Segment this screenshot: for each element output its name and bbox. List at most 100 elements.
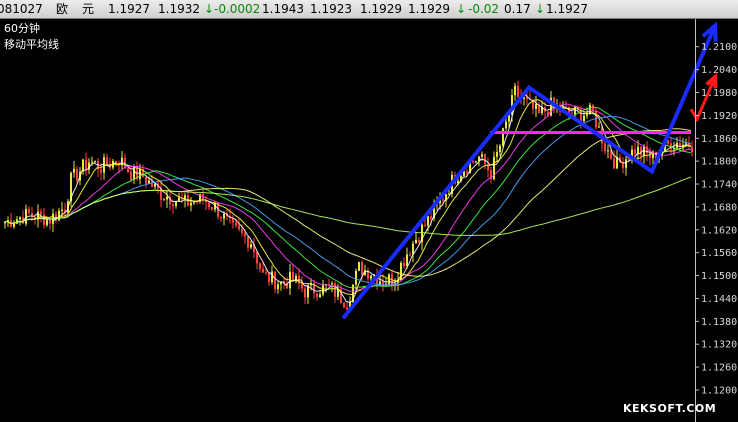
candle-body bbox=[319, 294, 321, 298]
candle-body bbox=[685, 143, 687, 145]
candle-body bbox=[613, 158, 615, 169]
candle-body bbox=[301, 283, 303, 289]
y-tick-label: 1.1920 bbox=[701, 111, 737, 122]
candle-body bbox=[25, 208, 27, 224]
chart-title: 60分钟 bbox=[4, 21, 40, 35]
candle-body bbox=[634, 149, 636, 155]
candle-body bbox=[355, 270, 357, 285]
candle-body bbox=[358, 262, 360, 271]
candle-body bbox=[223, 213, 225, 219]
candle-body bbox=[13, 223, 15, 227]
candle-body bbox=[76, 168, 78, 181]
candle-body bbox=[250, 244, 252, 248]
down-arrow-icon: ↓ bbox=[204, 2, 215, 16]
y-tick-label: 1.1380 bbox=[701, 317, 737, 328]
candle-body bbox=[100, 169, 102, 173]
y-tick-label: 1.1620 bbox=[701, 225, 737, 236]
candle-body bbox=[85, 159, 87, 170]
candle-body bbox=[505, 121, 507, 129]
y-tick-label: 1.1260 bbox=[701, 363, 737, 374]
candle-body bbox=[133, 166, 135, 180]
candle-body bbox=[262, 268, 264, 273]
candle-body bbox=[238, 225, 240, 230]
candle-body bbox=[268, 272, 270, 283]
y-tick-label: 1.1800 bbox=[701, 157, 737, 168]
candle-body bbox=[406, 254, 408, 266]
candle-body bbox=[418, 239, 420, 243]
candle-body bbox=[514, 85, 516, 96]
candle-body bbox=[46, 218, 48, 226]
candle-body bbox=[244, 233, 246, 237]
candle-body bbox=[91, 161, 93, 163]
down-arrow-icon: ↓ bbox=[456, 2, 467, 16]
symbol-name-part2: 元 bbox=[82, 2, 95, 16]
volume-value: 0.17 bbox=[504, 2, 531, 16]
candle-body bbox=[241, 229, 243, 234]
chart-subtitle: 移动平均线 bbox=[4, 37, 59, 51]
candle-body bbox=[499, 145, 501, 153]
candle-body bbox=[379, 281, 381, 285]
candle-body bbox=[235, 222, 237, 226]
quote-bar: 081027 欧 元 1.1927 1.1932 ↓ -0.0002 1.194… bbox=[0, 0, 738, 19]
candle-body bbox=[502, 128, 504, 146]
candle-body bbox=[343, 302, 345, 308]
y-tick-label: 1.1320 bbox=[701, 340, 737, 351]
candle-body bbox=[427, 216, 429, 226]
candle-body bbox=[211, 207, 213, 210]
candle-body bbox=[172, 204, 174, 207]
candle-body bbox=[178, 197, 180, 202]
candle-body bbox=[409, 254, 411, 256]
candle-body bbox=[73, 168, 75, 173]
candle-body bbox=[259, 263, 261, 269]
candle-body bbox=[163, 199, 165, 201]
candle-body bbox=[28, 208, 30, 214]
candle-body bbox=[322, 284, 324, 295]
candle-body bbox=[403, 262, 405, 266]
candle-body bbox=[265, 272, 267, 274]
candle-body bbox=[208, 202, 210, 208]
open-price: 1.1943 bbox=[262, 2, 304, 16]
candle-body bbox=[334, 283, 336, 297]
y-tick-label: 1.2100 bbox=[701, 42, 737, 53]
candle-body bbox=[607, 150, 609, 152]
ask-price: 1.1932 bbox=[158, 2, 200, 16]
candle-body bbox=[220, 217, 222, 219]
candle-body bbox=[331, 283, 333, 285]
candle-body bbox=[625, 159, 627, 168]
candle-body bbox=[496, 152, 498, 157]
candle-body bbox=[586, 114, 588, 116]
candle-body bbox=[361, 262, 363, 275]
candle-body bbox=[277, 284, 279, 290]
candle-body bbox=[370, 275, 372, 279]
last-price: 1.1927 bbox=[546, 2, 588, 16]
candle-body bbox=[106, 157, 108, 166]
candle-body bbox=[604, 143, 606, 152]
low-price: 1.1923 bbox=[310, 2, 352, 16]
close-price-a: 1.1929 bbox=[360, 2, 402, 16]
candle-body bbox=[526, 97, 528, 100]
candle-body bbox=[346, 307, 348, 310]
symbol-code: 081027 bbox=[0, 2, 43, 16]
candle-body bbox=[472, 161, 474, 163]
candle-body bbox=[517, 85, 519, 97]
candle-body bbox=[256, 252, 258, 264]
candle-body bbox=[583, 115, 585, 122]
candle-body bbox=[43, 214, 45, 226]
candle-body bbox=[430, 216, 432, 219]
candle-body bbox=[190, 202, 192, 206]
candle-body bbox=[292, 271, 294, 281]
candle-body bbox=[484, 154, 486, 165]
candle-body bbox=[274, 271, 276, 290]
candle-body bbox=[691, 146, 693, 153]
candle-body bbox=[466, 171, 468, 174]
candle-body bbox=[40, 211, 42, 215]
candle-body bbox=[598, 126, 600, 128]
y-tick-label: 1.1980 bbox=[701, 88, 737, 99]
change-percent: -0.02 bbox=[468, 2, 500, 16]
watermark-text: KEKSOFT.COM bbox=[623, 402, 716, 415]
candle-body bbox=[415, 239, 417, 244]
candle-body bbox=[130, 171, 132, 180]
y-tick-label: 1.1860 bbox=[701, 134, 737, 145]
y-tick-label: 1.1200 bbox=[701, 386, 737, 397]
candle-body bbox=[304, 288, 306, 298]
